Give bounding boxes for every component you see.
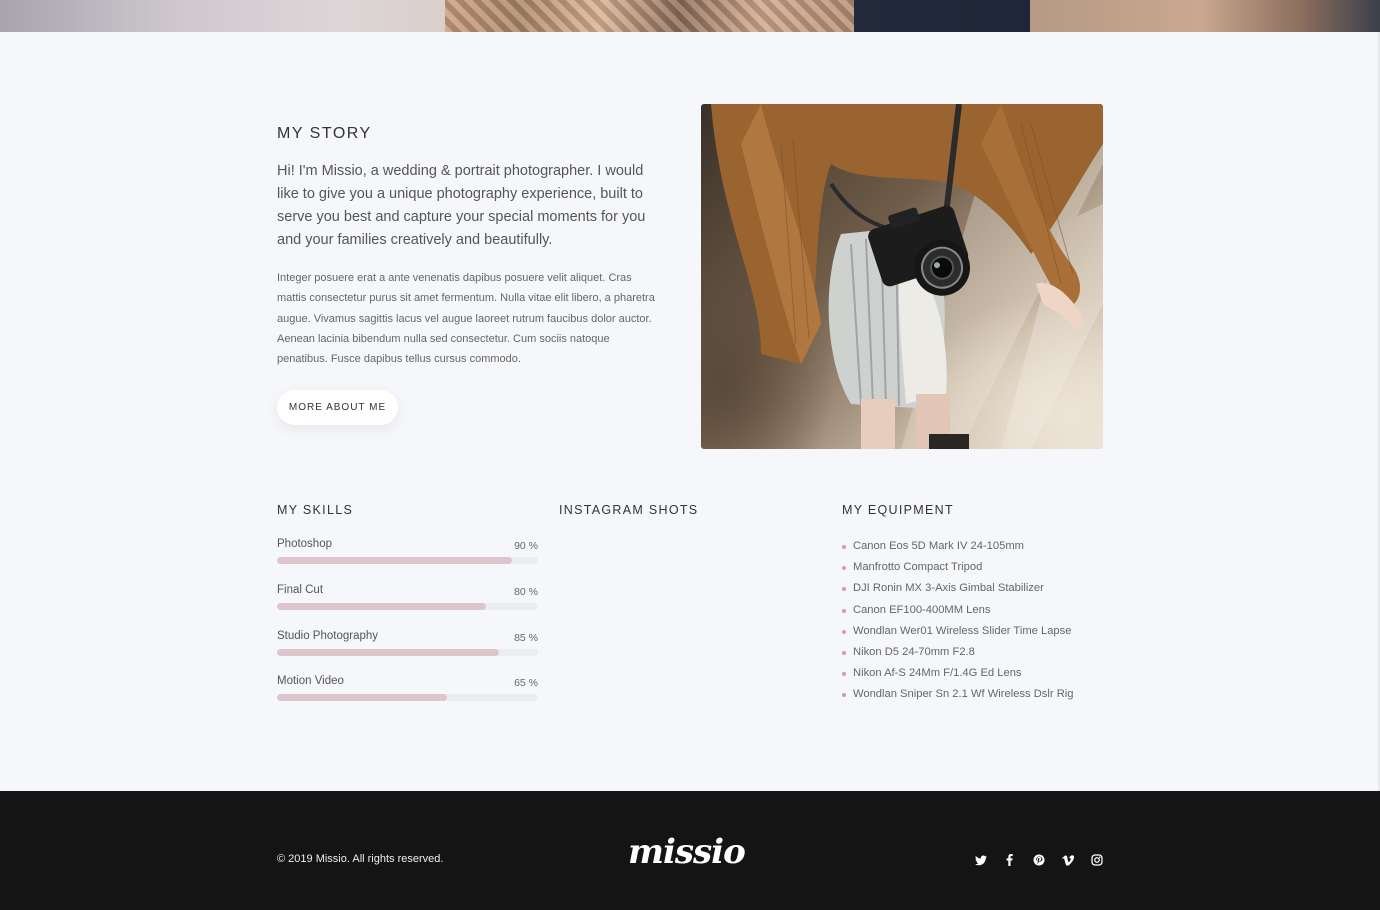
facebook-icon[interactable] [995,852,1024,868]
missio-logo[interactable]: missio [626,833,754,879]
equipment-item: Wondlan Wer01 Wireless Slider Time Lapse [842,621,1074,642]
skill-item: Photoshop 90 % [277,538,538,568]
skill-progress-fill [277,649,499,656]
skill-name: Studio Photography [277,630,379,642]
equipment-item: Nikon Af-S 24Mm F/1.4G Ed Lens [842,663,1074,684]
pinterest-icon[interactable] [1024,852,1053,868]
skill-item: Motion Video 65 % [277,675,538,705]
vimeo-icon[interactable] [1053,852,1082,868]
story-title: MY STORY [277,125,372,142]
skill-progress-fill [277,603,486,610]
equipment-item: DJI Ronin MX 3-Axis Gimbal Stabilizer [842,578,1074,599]
more-about-me-button[interactable]: MORE ABOUT ME [277,390,398,425]
equipment-item: Canon Eos 5D Mark IV 24-105mm [842,536,1074,557]
skill-name: Motion Video [277,675,344,687]
footer: © 2019 Missio. All rights reserved. miss… [0,791,1380,910]
instagram-icon[interactable] [1082,852,1111,868]
skill-name: Final Cut [277,584,324,596]
skill-percent: 85 % [514,632,538,644]
story-body: Integer posuere erat a ante venenatis da… [277,272,655,366]
equipment-item: Manfrotto Compact Tripod [842,557,1074,578]
instagram-title: INSTAGRAM SHOTS [559,503,699,517]
equipment-list: Canon Eos 5D Mark IV 24-105mm Manfrotto C… [842,536,1074,706]
skill-percent: 90 % [514,540,538,552]
copyright-text: © 2019 Missio. All rights reserved. [277,853,444,865]
svg-text:missio: missio [628,833,745,872]
skill-item: Studio Photography 85 % [277,630,538,660]
skill-progress-fill [277,694,447,701]
skill-progress-fill [277,557,512,564]
twitter-icon[interactable] [966,852,995,868]
social-links [966,852,1111,868]
skill-item: Final Cut 80 % [277,584,538,614]
hero-image-strip [0,0,1380,32]
skill-progress-track [277,603,538,610]
story-photo [701,104,1103,449]
skill-progress-track [277,557,538,564]
story-lead: Hi! I'm Missio, a wedding & portrait pho… [277,163,646,248]
skill-percent: 65 % [514,677,538,689]
equipment-item: Wondlan Sniper Sn 2.1 Wf Wireless Dslr R… [842,684,1074,705]
skill-percent: 80 % [514,586,538,598]
skills-title: MY SKILLS [277,503,354,517]
equipment-item: Canon EF100-400MM Lens [842,600,1074,621]
equipment-title: MY EQUIPMENT [842,503,954,517]
equipment-item: Nikon D5 24-70mm F2.8 [842,642,1074,663]
skill-progress-track [277,649,538,656]
skill-name: Photoshop [277,538,332,550]
skill-progress-track [277,694,538,701]
